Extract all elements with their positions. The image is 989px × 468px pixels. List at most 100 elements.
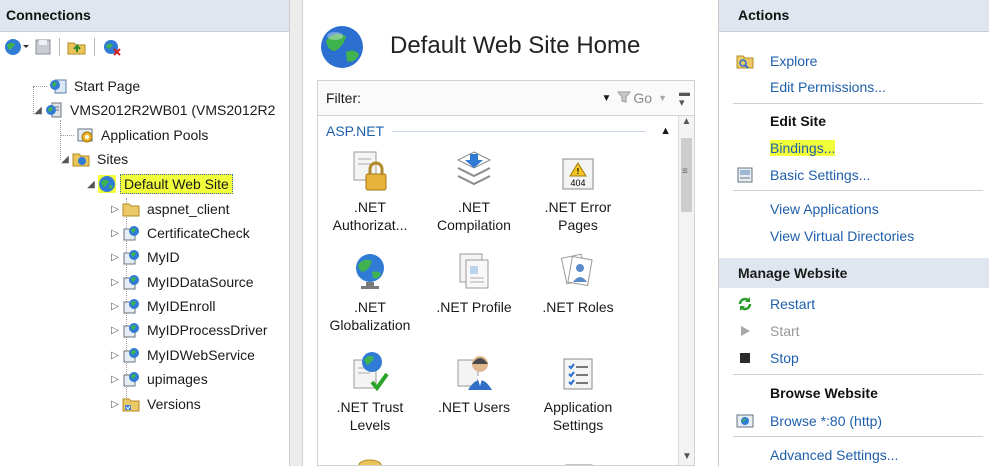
folder-icon <box>122 200 140 218</box>
tree-item-label: MyIDDataSource <box>147 274 254 290</box>
feature-net-users[interactable]: .NET Users <box>422 346 526 416</box>
action-separator <box>733 190 983 191</box>
tree-item-aspnet-client[interactable]: ▷ aspnet_client <box>110 197 233 221</box>
tree-item-application-pools[interactable]: Application Pools <box>76 123 211 147</box>
actions-panel: Actions Explore Edit Permissions... Edit… <box>718 0 989 466</box>
toolbar-overflow-icon[interactable]: ▬ ▾ <box>679 88 690 109</box>
action-view-virtual-directories[interactable]: View Virtual Directories <box>719 223 989 249</box>
filter-bar: Filter: ▼ Go ▼ ▬ ▾ <box>317 80 695 116</box>
feature-net-roles[interactable]: .NET Roles <box>526 246 630 316</box>
action-label: View Virtual Directories <box>770 228 915 244</box>
filter-input[interactable] <box>361 86 601 110</box>
scroll-down-icon[interactable]: ▼ <box>679 451 694 462</box>
action-view-applications[interactable]: View Applications <box>719 196 989 222</box>
feature-label-line1: .NET Error <box>544 199 612 215</box>
action-browse-80[interactable]: Browse *:80 (http) <box>719 408 989 434</box>
feature-net-authorization[interactable]: .NET Authorizat... <box>318 146 422 234</box>
app-settings-icon <box>526 346 630 392</box>
tree-item-versions[interactable]: ▷ Versions <box>110 392 204 416</box>
feature-application-settings[interactable]: Application Settings <box>526 346 630 434</box>
up-folder-icon[interactable] <box>67 38 87 56</box>
expand-arrow-icon[interactable]: ▷ <box>110 374 120 385</box>
trust-levels-icon <box>318 346 422 392</box>
feature-label-line1: .NET Users <box>437 399 511 415</box>
collapse-arrow-icon[interactable]: ◢ <box>33 105 43 116</box>
tree-item-default-web-site[interactable]: ◢ Default Web Site <box>86 172 233 196</box>
tree-item-start-page[interactable]: Start Page <box>49 74 143 98</box>
tree-item-myidwebservice[interactable]: ▷ MyIDWebService <box>110 343 258 367</box>
feature-label-line1: .NET <box>354 299 386 315</box>
filter-dropdown-arrow-icon[interactable]: ▼ <box>601 93 611 104</box>
start-page-icon <box>49 77 67 95</box>
action-explore[interactable]: Explore <box>719 48 989 74</box>
web-app-icon <box>122 370 140 388</box>
tree-item-myidenroll[interactable]: ▷ MyIDEnroll <box>110 294 218 318</box>
feature-net-globalization[interactable]: .NET Globalization <box>318 246 422 334</box>
browse-website-heading: Browse Website <box>719 380 989 406</box>
restart-icon <box>736 295 754 313</box>
expand-arrow-icon[interactable]: ▷ <box>110 252 120 263</box>
home-panel: Default Web Site Home Filter: ▼ Go ▼ ▬ ▾ … <box>303 0 710 466</box>
feature-label-line1: .NET <box>458 199 490 215</box>
collapse-arrow-icon[interactable]: ◢ <box>86 179 96 190</box>
expand-arrow-icon[interactable]: ▷ <box>110 325 120 336</box>
feature-label-line2: Compilation <box>437 217 511 233</box>
expand-arrow-icon[interactable]: ▷ <box>110 301 120 312</box>
feature-label-line2: Levels <box>349 417 391 433</box>
go-funnel-icon[interactable] <box>617 90 632 106</box>
expand-arrow-icon[interactable]: ▷ <box>110 399 120 410</box>
toolbar-separator <box>59 38 60 56</box>
tree-item-label: VMS2012R2WB01 (VMS2012R2 <box>70 102 276 118</box>
scroll-up-icon[interactable]: ▲ <box>679 116 694 134</box>
feature-net-profile[interactable]: .NET Profile <box>422 246 526 316</box>
connect-globe-icon[interactable] <box>4 38 30 56</box>
features-scrollbar[interactable]: ▲ ≡ ▼ <box>678 116 694 465</box>
go-dropdown-arrow-icon[interactable]: ▼ <box>658 93 667 103</box>
tree-item-myid[interactable]: ▷ MyID <box>110 245 183 269</box>
action-stop[interactable]: Stop <box>719 345 989 371</box>
globalization-icon <box>318 246 422 292</box>
virtual-dir-icon <box>122 395 140 413</box>
keyboard-icon <box>565 458 593 465</box>
action-label: Basic Settings... <box>770 167 871 183</box>
tree-item-sites[interactable]: ◢ Sites <box>60 147 131 171</box>
edit-site-heading: Edit Site <box>719 108 989 134</box>
expand-arrow-icon[interactable]: ▷ <box>110 204 120 215</box>
tree-item-server[interactable]: ◢ VMS2012R2WB01 (VMS2012R2 <box>33 98 278 122</box>
toolbar-separator <box>94 38 95 56</box>
disconnect-icon[interactable] <box>102 38 122 56</box>
collapse-arrow-icon[interactable]: ◢ <box>60 154 70 165</box>
actions-header: Actions <box>719 0 989 32</box>
action-bindings[interactable]: Bindings... <box>719 135 989 161</box>
group-collapse-icon[interactable]: ▲ <box>660 125 671 137</box>
feature-net-error-pages[interactable]: ! 404 .NET Error Pages <box>526 146 630 234</box>
action-edit-permissions[interactable]: Edit Permissions... <box>719 74 989 100</box>
web-app-icon <box>122 297 140 315</box>
expand-arrow-icon[interactable]: ▷ <box>110 228 120 239</box>
action-basic-settings[interactable]: Basic Settings... <box>719 162 989 188</box>
svg-text:404: 404 <box>570 178 585 188</box>
expand-arrow-icon[interactable]: ▷ <box>110 277 120 288</box>
filter-label: Filter: <box>326 90 361 106</box>
tree-item-upimages[interactable]: ▷ upimages <box>110 367 211 391</box>
browse-icon <box>736 412 754 430</box>
action-restart[interactable]: Restart <box>719 291 989 317</box>
action-advanced-settings[interactable]: Advanced Settings... <box>719 442 989 468</box>
panel-splitter[interactable] <box>290 0 303 466</box>
save-icon[interactable] <box>34 38 52 56</box>
tree-item-myidprocessdriver[interactable]: ▷ MyIDProcessDriver <box>110 318 271 342</box>
expand-arrow-icon[interactable]: ▷ <box>110 350 120 361</box>
users-icon <box>422 346 526 392</box>
tree-item-certificatecheck[interactable]: ▷ CertificateCheck <box>110 221 253 245</box>
tree-item-myiddatasource[interactable]: ▷ MyIDDataSource <box>110 270 257 294</box>
tree-item-label: upimages <box>147 371 208 387</box>
profile-icon <box>422 246 526 292</box>
web-app-icon <box>122 224 140 242</box>
feature-net-compilation[interactable]: .NET Compilation <box>422 146 526 234</box>
tree-line <box>60 135 74 136</box>
go-button[interactable]: Go <box>633 90 652 106</box>
group-title: ASP.NET <box>326 123 385 139</box>
lock-icon <box>318 146 422 192</box>
feature-net-trust-levels[interactable]: .NET Trust Levels <box>318 346 422 434</box>
action-start[interactable]: Start <box>719 318 989 344</box>
